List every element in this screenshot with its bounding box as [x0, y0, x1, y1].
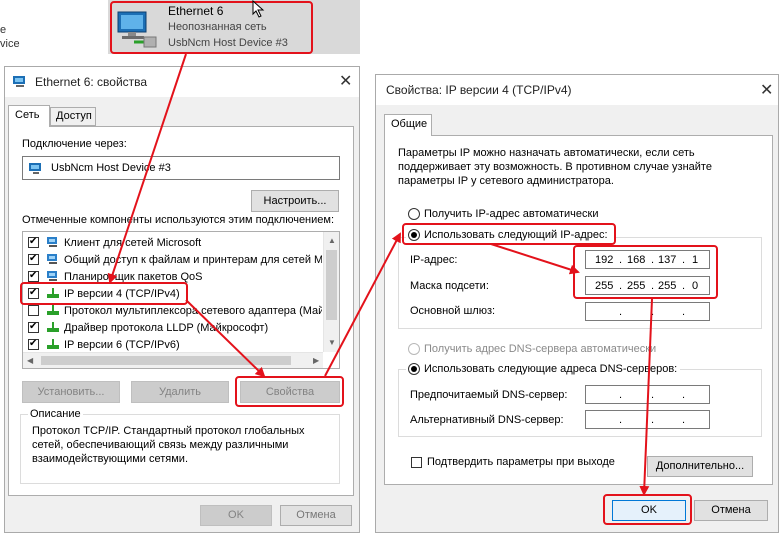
qos-icon [47, 271, 57, 281]
component-label: Общий доступ к файлам и принтерам для се… [64, 254, 322, 266]
dialog-titlebar: Ethernet 6: свойства ✕ [5, 67, 359, 97]
file-share-icon [47, 254, 57, 264]
octet-dot: . [682, 414, 686, 426]
uninstall-button[interactable]: Удалить [131, 381, 229, 403]
component-checkbox[interactable] [28, 253, 39, 265]
preferred-dns-label: Предпочитаемый DNS-сервер: [410, 389, 568, 401]
manual-dns-label[interactable]: Использовать следующие адреса DNS-сервер… [424, 363, 677, 375]
list-item[interactable]: Общий доступ к файлам и принтерам для се… [26, 252, 322, 269]
component-label: Клиент для сетей Microsoft [64, 237, 202, 249]
manual-dns-option[interactable]: Использовать следующие адреса DNS-сервер… [406, 361, 680, 377]
component-checkbox[interactable] [28, 236, 39, 248]
preferred-dns-field[interactable]: . . . [585, 385, 710, 404]
mouse-cursor-icon [252, 0, 265, 18]
component-label: IP версии 6 (TCP/IPv6) [64, 339, 180, 351]
horizontal-scrollbar[interactable]: ◀ ▶ [23, 352, 323, 368]
description-text: Протокол TCP/IP. Стандартный протокол гл… [32, 425, 305, 465]
octet-dot: . [619, 389, 623, 401]
validate-label[interactable]: Подтвердить параметры при выходе [427, 456, 615, 468]
manual-dns-radio[interactable] [408, 363, 420, 375]
annotation-highlight-ip-mask [573, 245, 718, 299]
scroll-down-icon[interactable]: ▼ [328, 338, 336, 347]
gateway-field[interactable]: . . . [585, 302, 710, 321]
octet-dot: . [619, 306, 623, 318]
cancel-button[interactable]: Отмена [694, 500, 768, 521]
octet-dot: . [619, 414, 623, 426]
annotation-highlight-tile [110, 1, 313, 54]
network-icon [13, 76, 25, 87]
auto-ip-label[interactable]: Получить IP-адрес автоматически [424, 208, 598, 220]
protocol-icon [47, 305, 59, 315]
network-client-icon [47, 237, 57, 247]
annotation-highlight-ipv4 [20, 282, 188, 305]
components-label: Отмеченные компоненты используются этим … [22, 214, 335, 226]
component-checkbox[interactable] [28, 270, 39, 282]
install-button[interactable]: Установить... [22, 381, 120, 403]
gateway-label: Основной шлюз: [410, 305, 496, 317]
auto-dns-label[interactable]: Получить адрес DNS-сервера автоматически [424, 343, 656, 355]
scroll-left-icon[interactable]: ◀ [27, 356, 33, 365]
list-item[interactable]: IP версии 6 (TCP/IPv6) [26, 337, 322, 354]
annotation-highlight-manual-ip [402, 223, 616, 245]
cancel-button[interactable]: Отмена [280, 505, 352, 526]
hscrollbar-thumb[interactable] [41, 356, 291, 365]
close-icon[interactable]: ✕ [760, 83, 773, 99]
tab-network[interactable]: Сеть [8, 105, 50, 127]
component-checkbox[interactable] [28, 338, 39, 350]
scroll-right-icon[interactable]: ▶ [313, 356, 319, 365]
component-label: Протокол мультиплексора сетевого адаптер… [64, 305, 322, 317]
dialog-titlebar: Свойства: IP версии 4 (TCP/IPv4) ✕ [376, 75, 778, 105]
dialog-title: Свойства: IP версии 4 (TCP/IPv4) [386, 83, 572, 97]
octet-dot: . [651, 306, 655, 318]
octet-dot: . [682, 389, 686, 401]
component-label: Драйвер протокола LLDP (Майкрософт) [64, 322, 269, 334]
component-checkbox[interactable] [28, 321, 39, 333]
alternate-dns-label: Альтернативный DNS-сервер: [410, 414, 564, 426]
info-text: Параметры IP можно назначать автоматичес… [398, 147, 712, 187]
protocol-icon [47, 339, 59, 349]
adapter-name: UsbNcm Host Device #3 [51, 162, 171, 174]
list-item[interactable]: Драйвер протокола LLDP (Майкрософт) [26, 320, 322, 337]
subnet-mask-label: Маска подсети: [410, 280, 489, 292]
network-adapter-icon [29, 163, 41, 174]
ip-address-label: IP-адрес: [410, 254, 458, 266]
scroll-up-icon[interactable]: ▲ [328, 236, 336, 245]
connect-using-label: Подключение через: [22, 138, 127, 150]
advanced-button[interactable]: Дополнительно... [647, 456, 753, 477]
configure-button[interactable]: Настроить... [251, 190, 339, 212]
description-title: Описание [28, 408, 83, 420]
auto-dns-radio[interactable] [408, 343, 420, 355]
dialog-title: Ethernet 6: свойства [35, 75, 148, 89]
network-list-partial-text: e vice [0, 24, 20, 50]
alternate-dns-field[interactable]: . . . [585, 410, 710, 429]
list-item[interactable]: Протокол мультиплексора сетевого адаптер… [26, 303, 322, 320]
octet-dot: . [682, 306, 686, 318]
scrollbar-thumb[interactable] [326, 250, 337, 320]
validate-checkbox[interactable] [411, 457, 422, 468]
octet-dot: . [651, 414, 655, 426]
auto-ip-radio[interactable] [408, 208, 420, 220]
octet-dot: . [651, 389, 655, 401]
close-icon[interactable]: ✕ [339, 74, 352, 90]
tab-sharing[interactable]: Доступ [50, 107, 96, 126]
annotation-highlight-properties [235, 376, 344, 407]
list-item[interactable]: Клиент для сетей Microsoft [26, 235, 322, 252]
ok-button[interactable]: OK [200, 505, 272, 526]
adapter-name-field: UsbNcm Host Device #3 [22, 156, 340, 180]
component-checkbox[interactable] [28, 305, 39, 316]
annotation-highlight-ok [603, 494, 692, 525]
tab-general[interactable]: Общие [384, 114, 432, 136]
protocol-icon [47, 322, 59, 332]
list-scrollbar[interactable]: ▲ ▼ [323, 232, 339, 352]
